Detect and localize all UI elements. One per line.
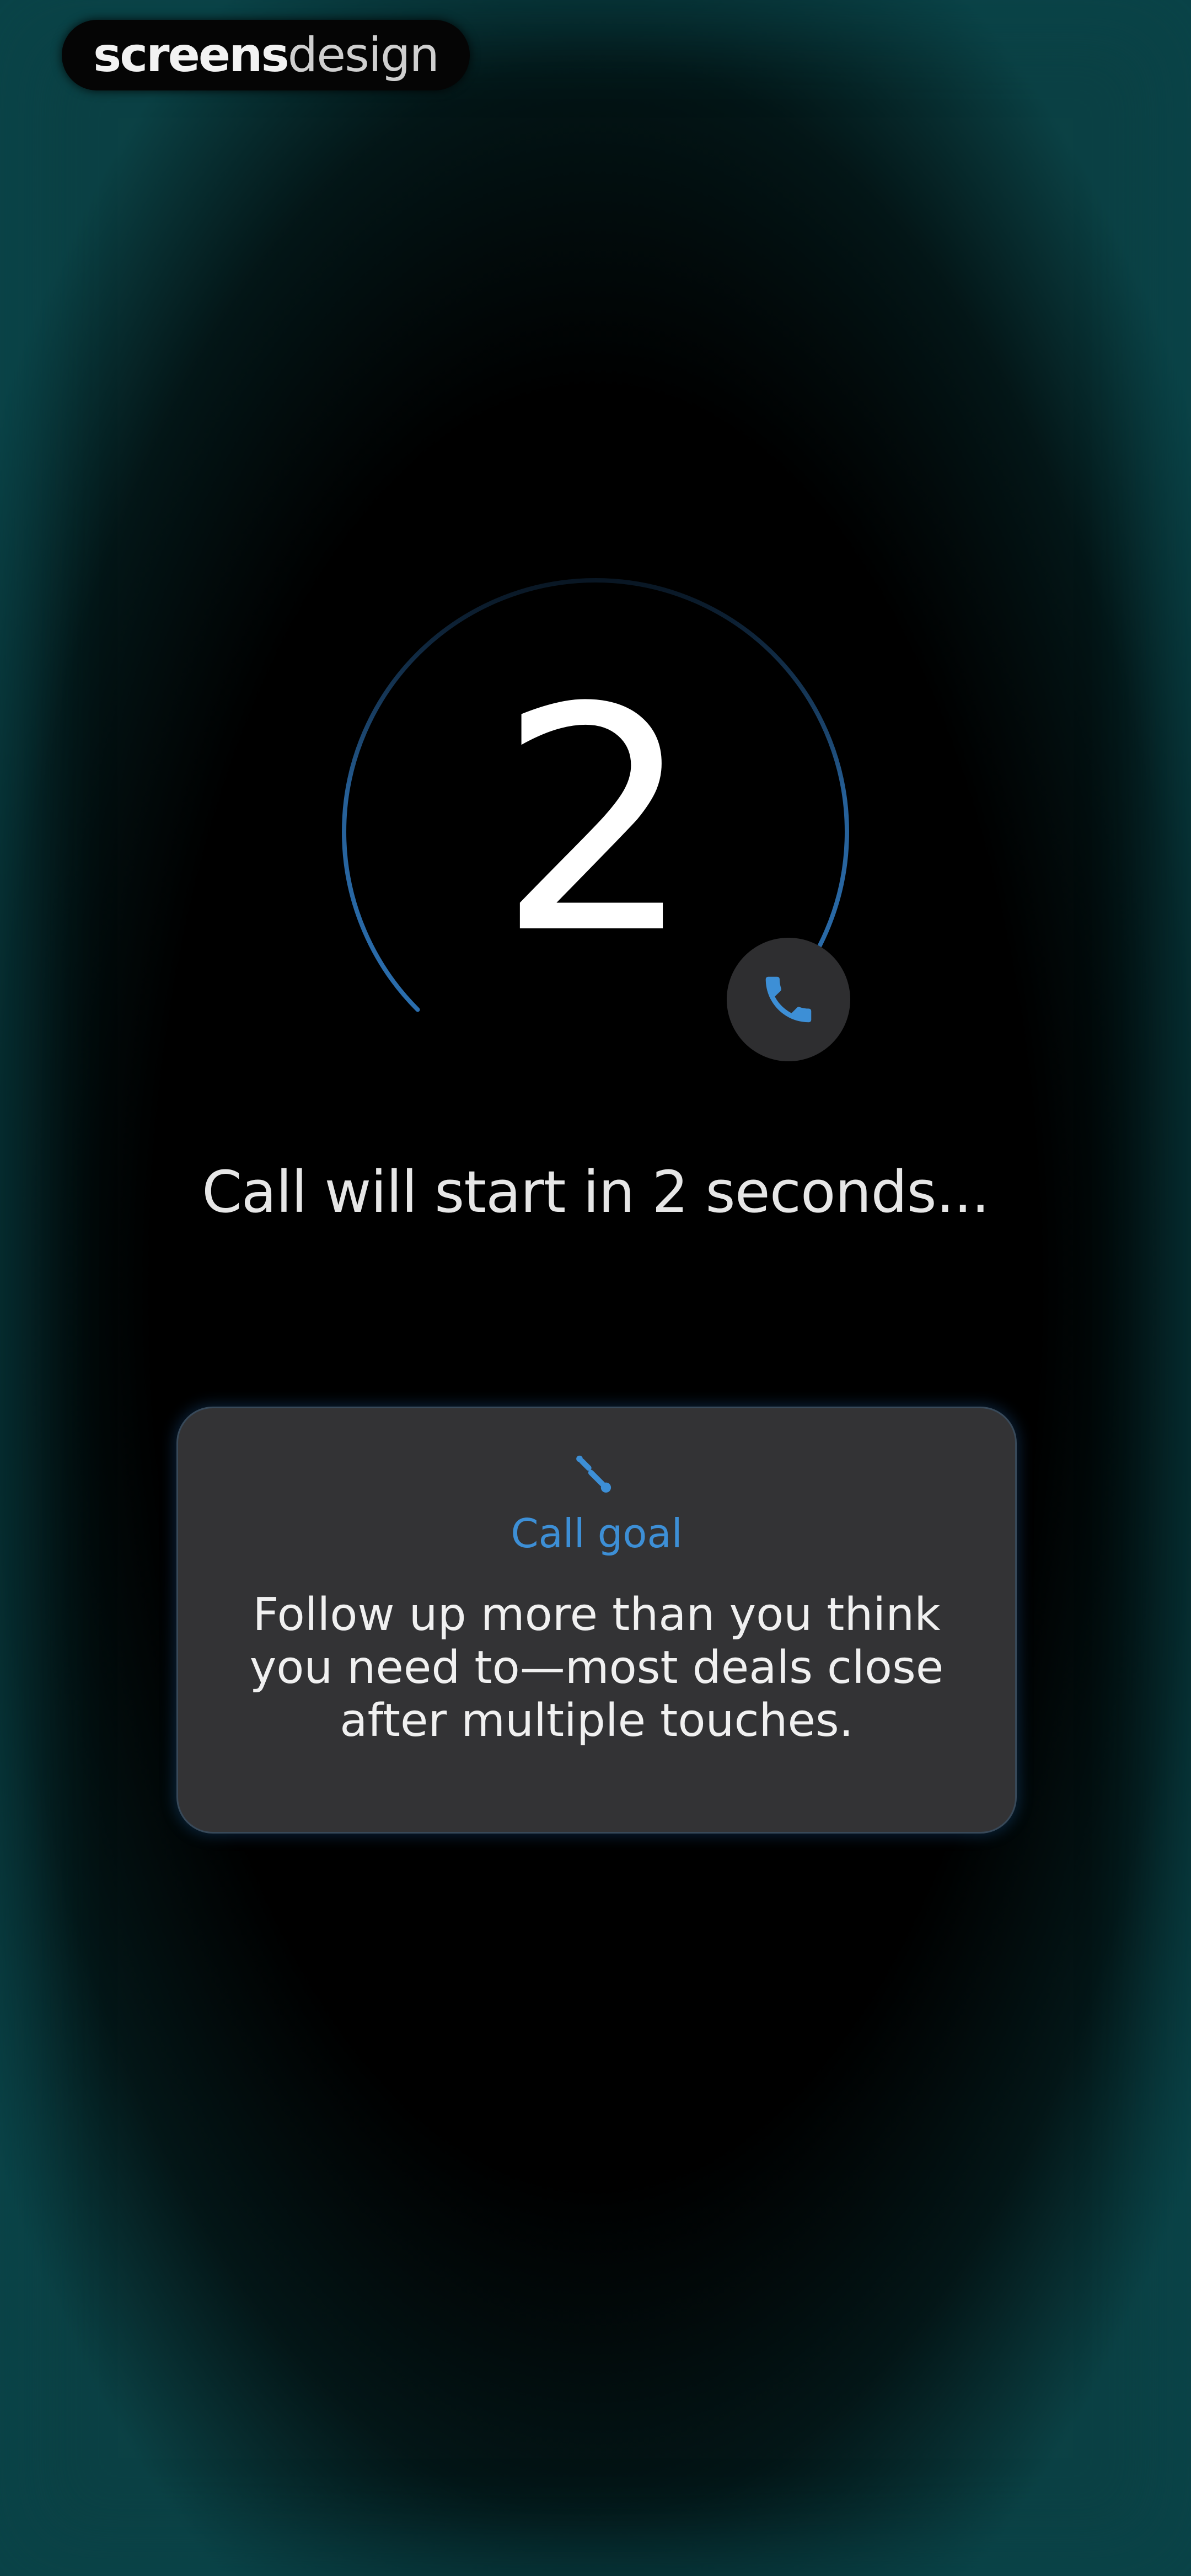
brand-strong-text: screens <box>93 28 289 83</box>
countdown-status-text: Call will start in 2 seconds... <box>202 1158 990 1226</box>
edge-glow <box>0 0 1191 2576</box>
call-goal-text: Follow up more than you think you need t… <box>249 1589 944 1747</box>
phone-icon <box>765 976 812 1023</box>
phone-badge <box>727 938 850 1061</box>
brand-light-text: design <box>287 28 439 83</box>
countdown-number: 2 <box>497 642 694 1002</box>
call-goal-label: Call goal <box>511 1510 683 1557</box>
call-countdown-screen: screens design 2 Call will start in 2 sec… <box>0 0 1191 2576</box>
brand-watermark: screens design <box>62 20 470 90</box>
goal-icon <box>576 1455 611 1493</box>
edge-glow-inner <box>0 0 1191 2576</box>
